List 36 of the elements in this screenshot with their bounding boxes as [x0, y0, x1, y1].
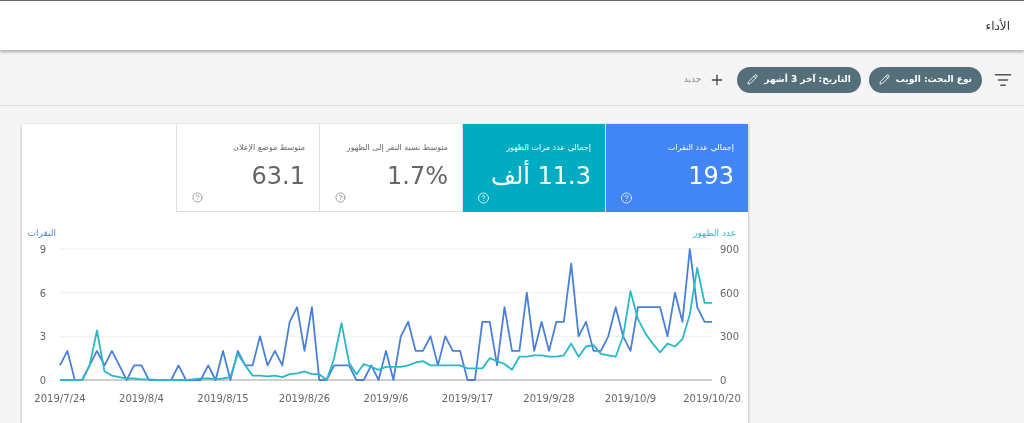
axis-tick-label: 0: [720, 375, 727, 386]
metric-value: 11.3 ألف: [490, 160, 591, 192]
axis-tick-label: 3: [39, 331, 46, 343]
axis-tick-label: 2019/9/6: [363, 393, 409, 404]
add-filter-button[interactable]: جديد: [683, 71, 726, 88]
axis-tick-label: 6: [39, 287, 46, 299]
page-title: الأداء: [985, 17, 1010, 35]
metric-value: 63.1: [250, 161, 305, 192]
metric-value: 1.7%: [386, 161, 448, 192]
help-icon[interactable]: [334, 192, 347, 203]
help-icon[interactable]: [191, 192, 204, 203]
axis-tick-label: 2019/8/4: [119, 393, 164, 404]
metric-label: إجمالي عدد النقرات: [666, 142, 734, 154]
axis-tick-label: 2019/10/9: [604, 393, 657, 404]
metric-label: متوسط موضع الإعلان: [232, 142, 305, 154]
axis-tick-label: 9: [39, 244, 46, 255]
metric-label: متوسط نسبة النقر إلى الظهور: [345, 142, 448, 154]
axis-title: عدد الظهور: [693, 228, 736, 238]
axis-tick-label: 2019/7/24: [34, 393, 86, 404]
axis-tick-label: 2019/8/15: [197, 393, 249, 404]
axis-tick-label: 600: [720, 287, 740, 299]
pencil-icon: [878, 74, 890, 85]
metric-value: 193: [687, 161, 734, 192]
metric-tile[interactable]: إجمالي عدد مرات الظهور 11.3 ألف: [462, 124, 605, 212]
axis-title: النقرات: [27, 228, 56, 238]
axis-tick-label: 2019/9/28: [523, 393, 575, 404]
axis-tick-label: 2019/9/17: [441, 393, 494, 404]
axis-tick-label: 300: [720, 331, 740, 343]
filter-chip[interactable]: نوع البحث: الويب: [868, 66, 982, 93]
metric-label: إجمالي عدد مرات الظهور: [505, 142, 591, 154]
filter-chip[interactable]: التاريخ: آخر 3 أشهر: [737, 66, 861, 93]
axis-tick-label: 900: [720, 244, 740, 255]
axis-tick-label: 2019/8/26: [278, 393, 331, 404]
axis-tick-label: 2019/10/20: [683, 393, 741, 404]
axis-tick-label: 0: [39, 375, 46, 386]
pencil-icon: [747, 74, 759, 85]
